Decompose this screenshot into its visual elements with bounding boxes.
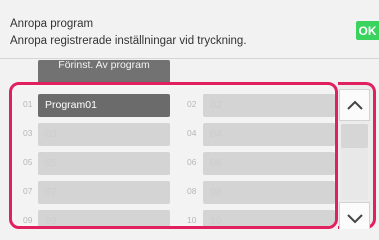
program-slot-10[interactable]: 10: [203, 210, 335, 226]
program-grid: 01 Program01 02 02 03 03 04 04 05 05 06 …: [14, 87, 335, 226]
program-slot-05[interactable]: 05: [38, 152, 170, 175]
slot-number: 04: [187, 128, 197, 138]
program-slot-04[interactable]: 04: [203, 123, 335, 146]
slot-number: 10: [187, 215, 197, 225]
program-slot-01[interactable]: Program01: [38, 94, 170, 117]
bottom-margin: [0, 229, 379, 240]
program-slot-07[interactable]: 07: [38, 181, 170, 204]
header-divider: [0, 58, 379, 59]
program-slot-09[interactable]: 09: [38, 210, 170, 226]
chevron-down-icon: [346, 214, 363, 224]
slot-number: 09: [23, 215, 33, 225]
page-subtitle: Anropa registrerade inställningar vid tr…: [10, 35, 247, 47]
ok-button[interactable]: OK: [356, 21, 379, 40]
slot-number: 07: [23, 186, 33, 196]
page-title: Anropa program: [10, 18, 94, 30]
slot-number: 01: [23, 99, 33, 109]
program-slot-02[interactable]: 02: [203, 94, 335, 117]
slot-number: 05: [23, 157, 33, 167]
scrollbar-thumb[interactable]: [341, 124, 368, 148]
tab-preset-label: Förinst. Av program: [58, 60, 150, 71]
program-slot-06[interactable]: 06: [203, 152, 335, 175]
slot-number: 06: [187, 157, 197, 167]
program-grid-panel: 01 Program01 02 02 03 03 04 04 05 05 06 …: [9, 82, 338, 229]
tab-preset-programs[interactable]: Förinst. Av program: [38, 60, 170, 82]
slot-number: 03: [23, 128, 33, 138]
slot-number: 02: [187, 99, 197, 109]
program-slot-08[interactable]: 08: [203, 181, 335, 204]
program-slot-03[interactable]: 03: [38, 123, 170, 146]
screen: Anropa program Anropa registrerade instä…: [0, 0, 379, 240]
slot-number: 08: [187, 186, 197, 196]
chevron-up-icon: [346, 100, 363, 110]
scroll-up-button[interactable]: [339, 89, 370, 121]
